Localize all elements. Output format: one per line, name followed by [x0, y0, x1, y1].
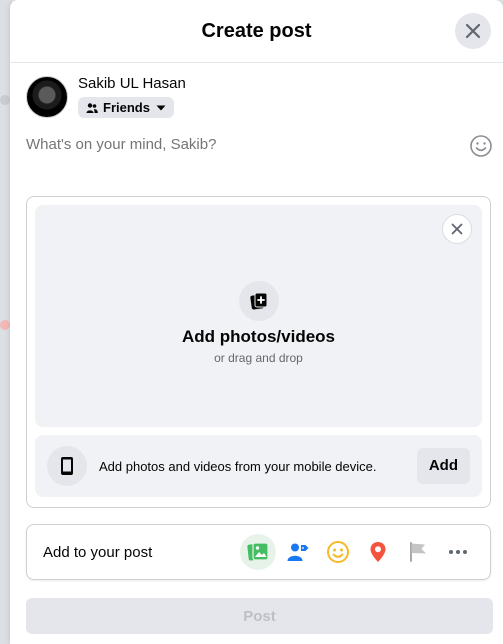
emoji-picker-button[interactable]	[469, 134, 493, 158]
media-upload-panel: Add photos/videos or drag and drop Add p…	[26, 196, 491, 508]
audience-label: Friends	[103, 100, 150, 115]
avatar	[26, 76, 68, 118]
add-to-post-label: Add to your post	[43, 543, 153, 561]
mobile-upload-row: Add photos and videos from your mobile d…	[35, 435, 482, 497]
close-dialog-button[interactable]	[455, 13, 491, 49]
smiley-icon	[470, 135, 492, 157]
photo-video-icon	[247, 542, 269, 561]
life-event-flag-icon	[410, 542, 426, 562]
background-dot	[0, 320, 10, 330]
close-media-panel-button[interactable]	[442, 214, 472, 244]
author-name: Sakib UL Hasan	[78, 75, 186, 92]
more-options-button[interactable]	[440, 534, 476, 570]
add-to-your-post-bar: Add to your post	[26, 524, 491, 580]
caret-down-icon	[156, 105, 166, 111]
dialog-title: Create post	[201, 19, 312, 42]
tag-people-icon	[287, 543, 309, 561]
life-event-button[interactable]	[400, 534, 436, 570]
mobile-add-button[interactable]: Add	[416, 448, 470, 484]
photo-video-button[interactable]	[240, 534, 276, 570]
drag-drop-hint: or drag and drop	[214, 351, 303, 365]
add-photos-icon	[238, 281, 279, 321]
close-icon	[451, 223, 463, 235]
add-photos-title: Add photos/videos	[182, 327, 335, 346]
check-in-icon	[370, 542, 386, 562]
post-author: Sakib UL Hasan Friends	[26, 74, 186, 119]
tag-people-button[interactable]	[280, 534, 316, 570]
feeling-icon	[327, 541, 349, 563]
audience-selector[interactable]: Friends	[78, 97, 174, 118]
close-icon	[465, 23, 481, 39]
feeling-activity-button[interactable]	[320, 534, 356, 570]
more-icon	[449, 550, 467, 554]
post-button[interactable]: Post	[26, 598, 493, 634]
mobile-device-icon	[47, 446, 87, 486]
background-dot	[0, 95, 10, 105]
check-in-button[interactable]	[360, 534, 396, 570]
dialog-header: Create post	[10, 0, 503, 63]
friends-icon	[86, 102, 98, 114]
post-text-input[interactable]	[26, 136, 446, 153]
mobile-upload-text: Add photos and videos from your mobile d…	[99, 458, 377, 474]
photo-drop-zone[interactable]: Add photos/videos or drag and drop	[35, 205, 482, 427]
create-post-dialog: Create post Sakib UL Hasan Friends What'…	[10, 0, 503, 644]
